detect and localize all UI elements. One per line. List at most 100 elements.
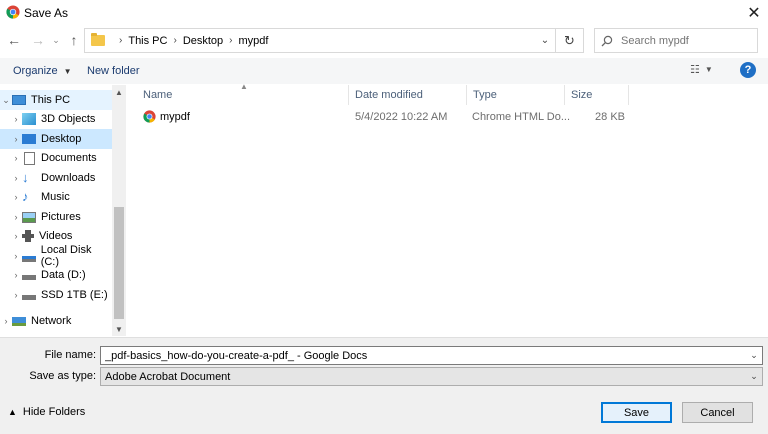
cancel-button[interactable]: Cancel [682,402,753,423]
network-icon [12,316,26,326]
nav-item-documents[interactable]: › Documents [0,148,112,168]
chevron-down-icon: ⌄ [750,371,758,381]
computer-icon [12,95,26,105]
video-icon [22,230,34,242]
music-icon: ♪ [22,189,29,204]
details-view-icon: ☷ [690,64,700,76]
up-button[interactable]: ↑ [66,32,82,48]
scroll-up-button[interactable]: ▲ [112,85,126,99]
chevron-down-icon[interactable]: ⌄ [746,350,762,361]
nav-item-downloads[interactable]: › ↓ Downloads [0,168,112,188]
new-folder-button[interactable]: New folder [87,58,140,84]
chrome-icon [6,5,20,19]
nav-item-music[interactable]: › ♪ Music [0,187,112,207]
nav-item-3d-objects[interactable]: › 3D Objects [0,109,112,129]
picture-icon [22,211,36,223]
save-as-type-select[interactable]: Adobe Acrobat Document ⌄ [100,367,763,386]
chevron-down-icon: ▼ [115,324,123,334]
scroll-thumb[interactable] [114,207,124,319]
chevron-right-icon: › [14,153,18,163]
breadcrumb-separator-icon: › [119,35,123,46]
breadcrumb-separator-icon: › [229,35,233,46]
chevron-right-icon: › [4,316,8,326]
file-type: Chrome HTML Do... [472,111,571,123]
breadcrumb-mypdf[interactable]: mypdf [239,35,269,47]
scroll-down-button[interactable]: ▼ [112,322,126,336]
file-name-label: File name: [44,349,96,361]
recent-locations-button[interactable]: ⌄ [50,32,62,48]
sort-ascending-icon: ▲ [240,82,248,91]
nav-item-videos[interactable]: › Videos [0,226,112,246]
save-as-type-value: Adobe Acrobat Document [105,370,231,383]
nav-item-ssd-1tb-e[interactable]: › SSD 1TB (E:) [0,285,112,305]
column-header-size[interactable]: Size [565,85,629,105]
nav-item-label: Network [31,315,72,327]
column-header-type[interactable]: Type [467,85,565,105]
chrome-icon [143,110,156,123]
chevron-right-icon: › [14,134,18,144]
nav-item-label: Downloads [41,172,96,184]
desktop-icon [22,134,36,144]
document-icon [24,151,35,165]
nav-item-label: SSD 1TB (E:) [41,289,108,301]
file-row[interactable]: mypdf 5/4/2022 10:22 AM Chrome HTML Do..… [137,106,637,128]
nav-item-data-d[interactable]: › Data (D:) [0,265,112,285]
close-icon: ✕ [747,5,761,22]
search-icon [601,35,613,46]
file-name-combobox[interactable]: ⌄ [100,346,763,365]
help-icon: ? [744,64,752,76]
nav-item-label: Desktop [41,133,82,145]
nav-item-desktop[interactable]: › Desktop [0,129,112,149]
close-button[interactable]: ✕ [740,2,768,24]
search-input[interactable] [621,34,751,47]
arrow-right-icon: → [31,32,45,48]
nav-item-pictures[interactable]: › Pictures [0,207,112,227]
chevron-up-icon: ▲ [8,407,17,417]
organize-button[interactable]: Organize ▼ [13,58,72,84]
chevron-up-icon: ▲ [115,87,123,97]
nav-item-label: Documents [41,152,97,164]
hide-folders-button[interactable]: ▲ Hide Folders [8,406,85,418]
chevron-right-icon: › [14,114,18,124]
chevron-down-icon: ⌄ [2,94,10,105]
download-icon: ↓ [22,170,29,185]
drive-icon [21,255,36,262]
title-bar: Save As ✕ [0,0,768,26]
folder-icon [91,33,105,46]
window-title: Save As [24,6,69,20]
chevron-right-icon: › [14,270,18,280]
nav-item-network[interactable]: › Network [0,311,112,331]
breadcrumb-this-pc[interactable]: This PC [128,35,167,47]
caret-down-icon: ▼ [63,66,72,76]
refresh-icon: ↻ [564,32,575,48]
nav-item-label: Music [41,191,70,203]
breadcrumb-desktop[interactable]: Desktop [183,35,223,47]
nav-item-this-pc[interactable]: ⌄ This PC [0,90,112,110]
nav-item-label: 3D Objects [41,113,96,125]
file-size: 28 KB [595,111,625,123]
forward-button[interactable]: → [30,32,46,48]
chevron-right-icon: › [14,231,18,241]
refresh-button[interactable]: ↻ [556,28,584,53]
organize-label: Organize [13,65,58,77]
file-name: mypdf [160,111,190,123]
nav-item-local-disk-c[interactable]: › Local Disk (C:) [0,244,112,268]
arrow-up-icon: ↑ [70,32,78,48]
arrow-left-icon: ← [7,32,21,48]
back-button[interactable]: ← [6,32,22,48]
file-name-input[interactable] [105,349,745,362]
chevron-right-icon: › [14,173,18,183]
help-button[interactable]: ? [740,62,756,78]
save-as-type-label: Save as type: [29,370,96,382]
cube-icon [22,113,36,125]
save-button[interactable]: Save [601,402,672,423]
column-header-date-modified[interactable]: Date modified [349,85,467,105]
search-box[interactable] [594,28,758,53]
new-folder-label: New folder [87,65,140,77]
address-dropdown-button[interactable]: ⌄ [535,35,555,46]
change-view-button[interactable]: ☷ ▼ [690,63,713,76]
chevron-down-icon: ⌄ [52,34,60,45]
nav-item-label: Pictures [41,211,81,223]
address-bar[interactable]: › This PC › Desktop › mypdf ⌄ [84,28,556,53]
nav-item-label: This PC [31,94,71,106]
